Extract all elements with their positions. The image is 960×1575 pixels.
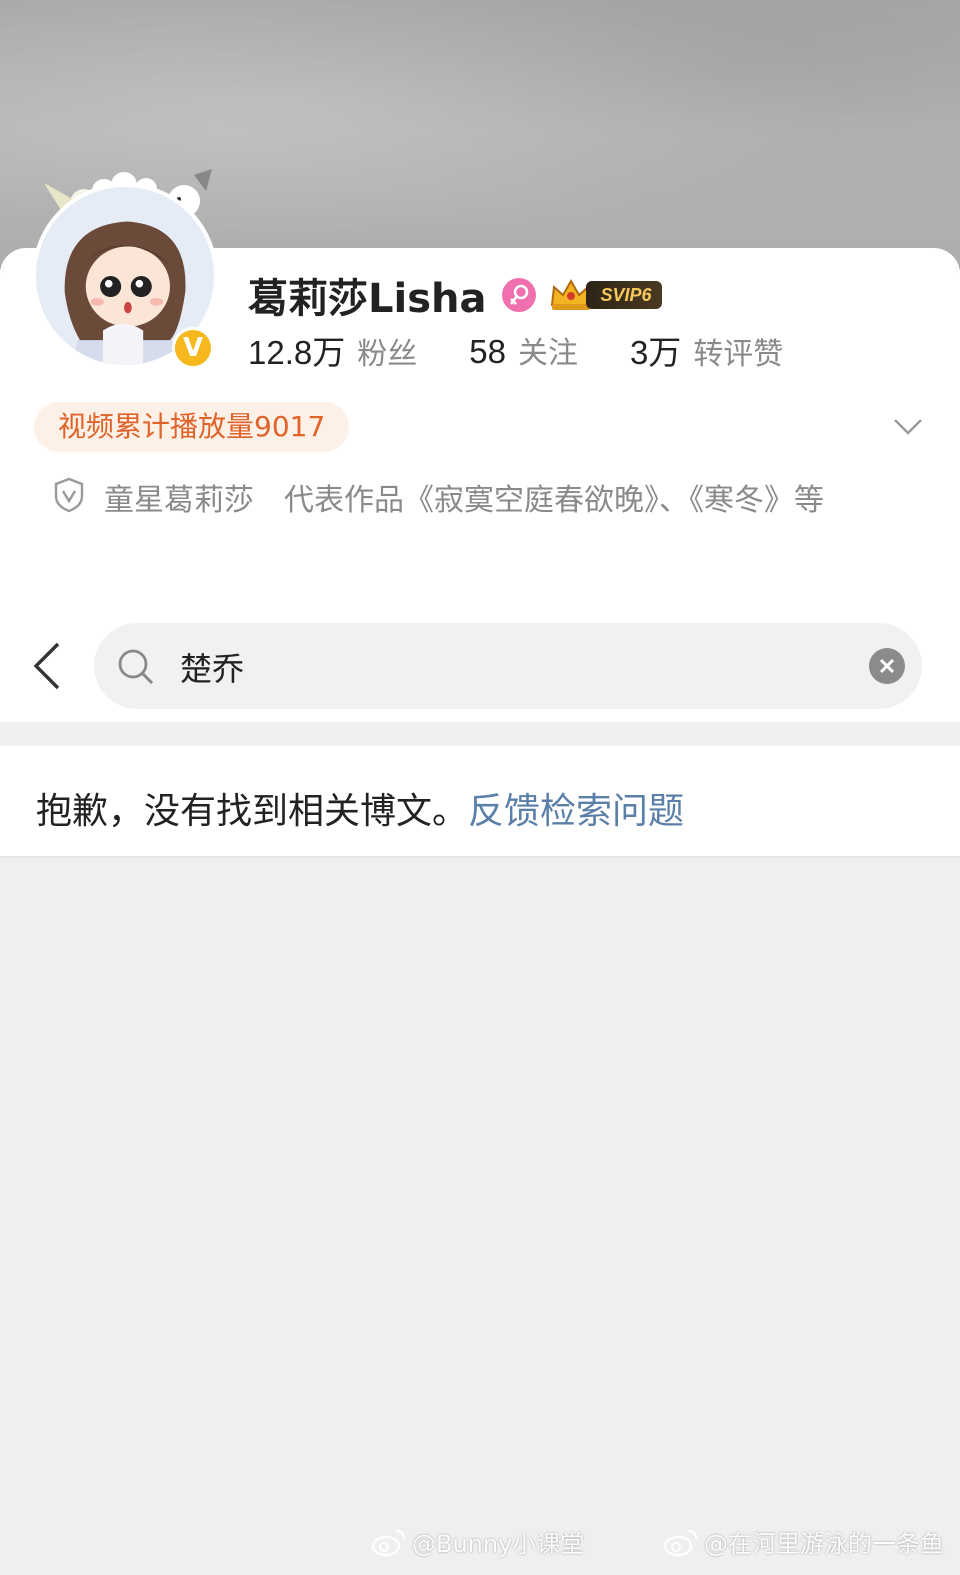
search-icon xyxy=(118,649,154,685)
watermark-text: @在河里游泳的一条鱼 xyxy=(704,1530,944,1558)
verified-badge: V xyxy=(172,327,214,369)
watermark-text: @Bunny小课堂 xyxy=(412,1530,585,1558)
feedback-link[interactable]: 反馈检索问题 xyxy=(468,791,684,832)
back-arrow-icon[interactable] xyxy=(30,640,66,692)
chevron-down-icon[interactable] xyxy=(892,412,924,440)
shield-verified-icon xyxy=(54,477,84,513)
avatar-frame[interactable]: V xyxy=(24,165,232,375)
watermark: @在河里游泳的一条鱼 xyxy=(662,1524,944,1559)
stat-value: 12.8万 xyxy=(248,334,346,371)
name-row: 葛莉莎Lisha SVIP6 xyxy=(248,270,662,322)
weibo-logo-icon xyxy=(371,1529,406,1556)
svip-level: SVIP6 xyxy=(586,281,662,309)
stat-followers[interactable]: 12.8万 粉丝 xyxy=(248,326,417,374)
stat-value: 58 xyxy=(469,333,506,370)
profile-bio: 童星葛莉莎 代表作品《寂寞空庭春欲晚》、《寒冬》等 xyxy=(104,483,824,518)
clear-icon xyxy=(879,658,895,674)
clear-search-button[interactable] xyxy=(869,648,905,684)
divider xyxy=(0,856,960,858)
watermark: @Bunny小课堂 xyxy=(370,1524,584,1559)
no-result-message: 抱歉，没有找到相关博文。反馈检索问题 xyxy=(36,782,684,834)
search-input[interactable] xyxy=(180,641,840,693)
gender-female-icon xyxy=(502,278,537,312)
play-count-badge[interactable]: 视频累计播放量9017 xyxy=(34,402,350,452)
weibo-logo-icon xyxy=(663,1529,698,1556)
stat-following[interactable]: 58 关注 xyxy=(469,328,578,372)
profile-stats: 12.8万 粉丝 58 关注 3万 转评赞 xyxy=(248,328,835,372)
profile-name: 葛莉莎Lisha xyxy=(248,276,487,322)
svip-badge[interactable]: SVIP6 xyxy=(548,277,662,313)
stat-label: 转评赞 xyxy=(693,337,784,372)
stat-interactions[interactable]: 3万 转评赞 xyxy=(630,326,783,374)
stat-label: 关注 xyxy=(517,336,578,371)
no-result-text: 抱歉，没有找到相关博文。 xyxy=(36,791,469,832)
stat-label: 粉丝 xyxy=(357,337,418,372)
stat-value: 3万 xyxy=(629,334,682,371)
